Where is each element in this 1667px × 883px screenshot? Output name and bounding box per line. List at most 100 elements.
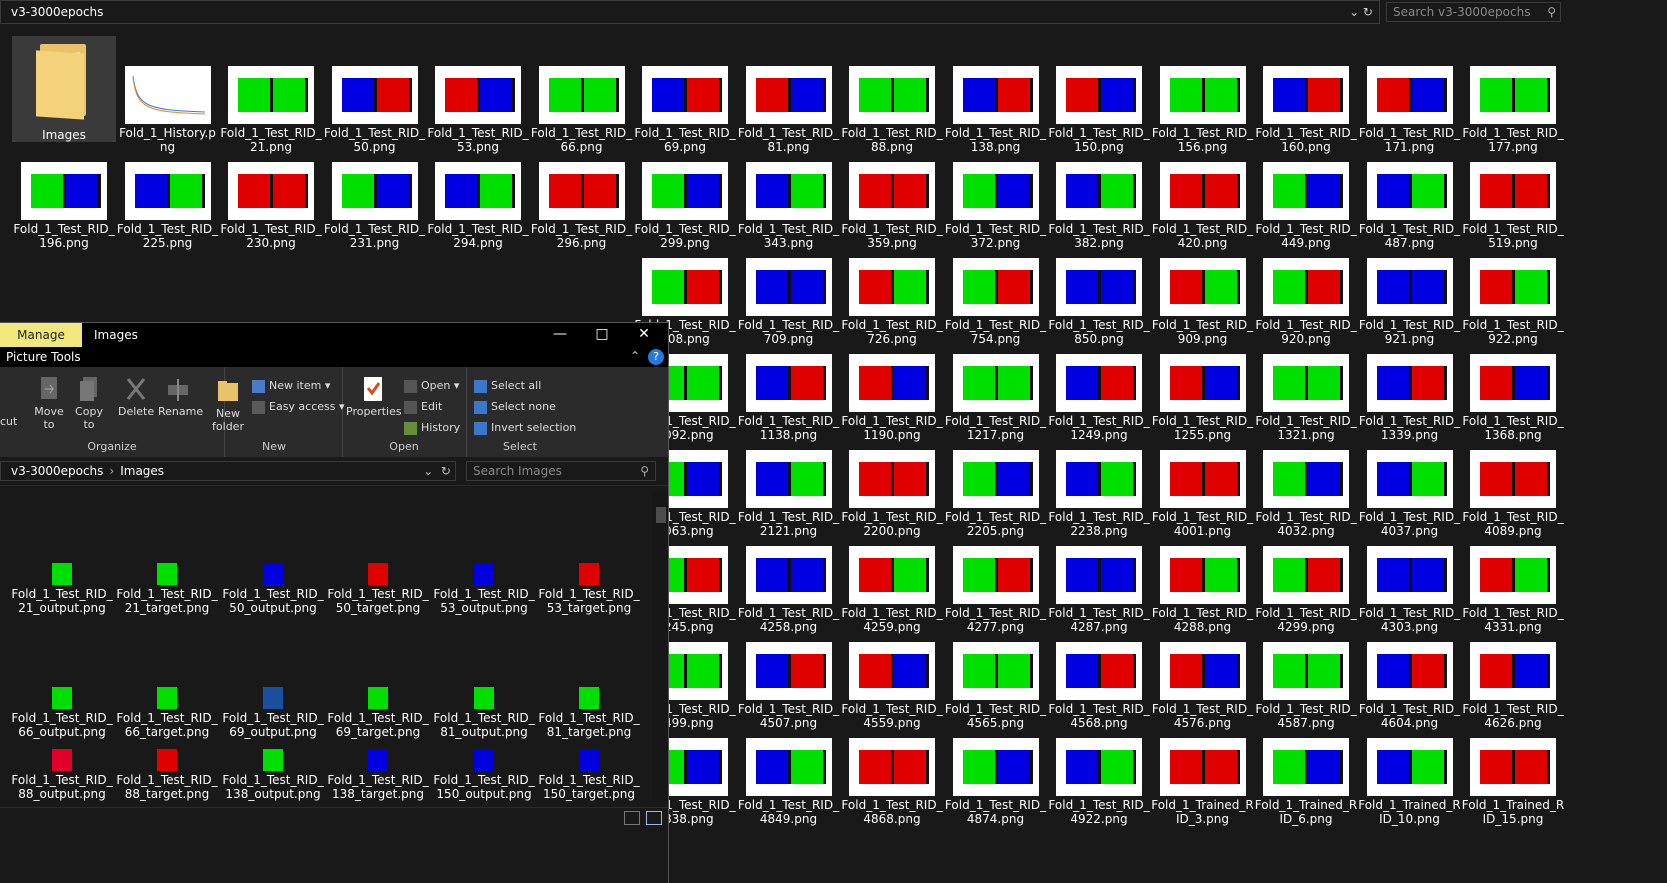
file-item[interactable]: Fold_1_Test_RID_ 2200.png xyxy=(840,450,944,538)
help-icon[interactable]: ? xyxy=(648,349,664,365)
back-search-input[interactable]: Search v3-3000epochs ⚲ xyxy=(1386,2,1561,22)
file-item[interactable]: Fold_1_Test_RID_ 69_output.png xyxy=(221,687,325,739)
file-item[interactable]: Fold_1_Trained_R ID_15.png xyxy=(1461,738,1565,826)
file-item[interactable]: Fold_1_Test_RID_ 1339.png xyxy=(1358,354,1462,442)
file-item[interactable]: Fold_1_Test_RID_ 138.png xyxy=(944,66,1048,154)
file-item[interactable]: Fold_1_Test_RID_ 909.png xyxy=(1151,258,1255,346)
file-item[interactable]: Fold_1_Test_RID_ 81.png xyxy=(737,66,841,154)
file-item[interactable]: Fold_1_Test_RID_ 850.png xyxy=(1047,258,1151,346)
tab-manage[interactable]: Manage xyxy=(0,323,82,347)
file-item[interactable]: Fold_1_Test_RID_ 343.png xyxy=(737,162,841,250)
file-item[interactable]: Fold_1_Test_RID_ 156.png xyxy=(1151,66,1255,154)
invert-selection-button[interactable]: Invert selection xyxy=(474,421,576,435)
file-item[interactable]: Fold_1_Test_RID_ 922.png xyxy=(1461,258,1565,346)
easy-access-button[interactable]: Easy access ▾ xyxy=(252,400,345,414)
file-item[interactable]: Fold_1_Test_RID_ 4288.png xyxy=(1151,546,1255,634)
file-item[interactable]: Fold_1_Test_RID_ 382.png xyxy=(1047,162,1151,250)
file-item[interactable]: Fold_1_Test_RID_ 66.png xyxy=(530,66,634,154)
file-item[interactable]: Fold_1_Test_RID_ 150.png xyxy=(1047,66,1151,154)
file-item[interactable]: Fold_1_Test_RID_ 4559.png xyxy=(840,642,944,730)
file-item[interactable]: Fold_1_Test_RID_ 230.png xyxy=(219,162,323,250)
file-item[interactable]: Fold_1_Test_RID_ 1255.png xyxy=(1151,354,1255,442)
file-item[interactable]: Fold_1_Test_RID_ 1321.png xyxy=(1254,354,1358,442)
file-item[interactable]: Fold_1_Test_RID_ 1190.png xyxy=(840,354,944,442)
refresh-icon[interactable]: ⌄ ↻ xyxy=(423,462,451,480)
file-item[interactable]: Fold_1_Test_RID_ 81_output.png xyxy=(432,687,536,739)
file-item[interactable]: Fold_1_Test_RID_ 69.png xyxy=(633,66,737,154)
scrollbar[interactable] xyxy=(652,491,668,801)
file-item[interactable]: Fold_1_Test_RID_ 299.png xyxy=(633,162,737,250)
file-item[interactable]: Fold_1_Test_RID_ 196.png xyxy=(12,162,116,250)
file-item[interactable]: Fold_1_Test_RID_ 88.png xyxy=(840,66,944,154)
history-button[interactable]: History xyxy=(404,421,460,435)
file-item[interactable]: Fold_1_Test_RID_ 4032.png xyxy=(1254,450,1358,538)
file-item[interactable]: Fold_1_Test_RID_ 294.png xyxy=(426,162,530,250)
file-item[interactable]: Fold_1_Test_RID_ 231.png xyxy=(323,162,427,250)
file-item[interactable]: Fold_1_Test_RID_ 21_output.png xyxy=(10,563,114,615)
folder-images[interactable]: Images xyxy=(12,36,116,142)
file-item[interactable]: Fold_1_Test_RID_ 4568.png xyxy=(1047,642,1151,730)
file-item[interactable]: Fold_1_Test_RID_ 4287.png xyxy=(1047,546,1151,634)
file-item[interactable]: Fold_1_Test_RID_ 296.png xyxy=(530,162,634,250)
file-item[interactable]: Fold_1_Test_RID_ 4299.png xyxy=(1254,546,1358,634)
close-button[interactable]: ✕ xyxy=(622,323,666,347)
file-item[interactable]: Fold_1_Test_RID_ 81_target.png xyxy=(537,687,641,739)
open-button[interactable]: Open ▾ xyxy=(404,379,459,393)
file-item[interactable]: Fold_1_Test_RID_ 2121.png xyxy=(737,450,841,538)
file-item[interactable]: Fold_1_Test_RID_ 4626.png xyxy=(1461,642,1565,730)
large-icons-view-icon[interactable] xyxy=(646,811,662,825)
file-item[interactable]: Fold_1_Test_RID_ 4001.png xyxy=(1151,450,1255,538)
file-item[interactable]: Fold_1_Test_RID_ 1217.png xyxy=(944,354,1048,442)
file-item[interactable]: Fold_1_Test_RID_ 225.png xyxy=(116,162,220,250)
file-item[interactable]: Fold_1_Test_RID_ 4037.png xyxy=(1358,450,1462,538)
delete-button[interactable]: Delete xyxy=(118,375,154,418)
scrollbar-thumb[interactable] xyxy=(656,507,666,523)
cut-button[interactable]: cut xyxy=(0,415,17,428)
file-item[interactable]: Fold_1_Trained_R ID_10.png xyxy=(1358,738,1462,826)
breadcrumb-root[interactable]: v3-3000epochs xyxy=(11,464,103,478)
maximize-button[interactable]: □ xyxy=(580,323,624,347)
file-item[interactable]: Fold_1_Test_RID_ 2238.png xyxy=(1047,450,1151,538)
back-address-bar[interactable]: v3-3000epochs ⌄ ↻ xyxy=(0,0,1380,24)
history-file[interactable]: Fold_1_History.p ng xyxy=(116,66,220,154)
tab-picture-tools[interactable]: Picture Tools xyxy=(6,350,81,364)
file-item[interactable]: Fold_1_Test_RID_ 519.png xyxy=(1461,162,1565,250)
file-item[interactable]: Fold_1_Test_RID_ 4874.png xyxy=(944,738,1048,826)
file-item[interactable]: Fold_1_Test_RID_ 66_target.png xyxy=(115,687,219,739)
rename-button[interactable]: Rename xyxy=(158,375,203,418)
collapse-ribbon-icon[interactable]: ⌃ xyxy=(630,349,640,363)
file-item[interactable]: Fold_1_Test_RID_ 726.png xyxy=(840,258,944,346)
new-item-button[interactable]: New item ▾ xyxy=(252,379,330,393)
file-item[interactable]: Fold_1_Test_RID_ 4259.png xyxy=(840,546,944,634)
file-item[interactable]: Fold_1_Test_RID_ 171.png xyxy=(1358,66,1462,154)
file-item[interactable]: Fold_1_Test_RID_ 709.png xyxy=(737,258,841,346)
file-item[interactable]: Fold_1_Test_RID_ 4604.png xyxy=(1358,642,1462,730)
breadcrumb-folder[interactable]: Images xyxy=(120,464,164,478)
file-item[interactable]: Fold_1_Test_RID_ 4507.png xyxy=(737,642,841,730)
properties-button[interactable]: Properties xyxy=(346,375,402,418)
file-item[interactable]: Fold_1_Test_RID_ 4258.png xyxy=(737,546,841,634)
file-item[interactable]: Fold_1_Test_RID_ 150_output.png xyxy=(432,749,536,801)
file-item[interactable]: Fold_1_Test_RID_ 359.png xyxy=(840,162,944,250)
file-item[interactable]: Fold_1_Test_RID_ 921.png xyxy=(1358,258,1462,346)
file-item[interactable]: Fold_1_Trained_R ID_3.png xyxy=(1151,738,1255,826)
file-item[interactable]: Fold_1_Test_RID_ 4303.png xyxy=(1358,546,1462,634)
edit-button[interactable]: Edit xyxy=(404,400,442,414)
file-item[interactable]: Fold_1_Test_RID_ 50_output.png xyxy=(221,563,325,615)
file-item[interactable]: Fold_1_Test_RID_ 69_target.png xyxy=(326,687,430,739)
search-input[interactable]: Search Images ⚲ xyxy=(466,461,656,481)
file-item[interactable]: Fold_1_Test_RID_ 372.png xyxy=(944,162,1048,250)
file-item[interactable]: Fold_1_Test_RID_ 4089.png xyxy=(1461,450,1565,538)
file-item[interactable]: Fold_1_Test_RID_ 53.png xyxy=(426,66,530,154)
file-item[interactable]: Fold_1_Test_RID_ 4922.png xyxy=(1047,738,1151,826)
file-item[interactable]: Fold_1_Test_RID_ 4587.png xyxy=(1254,642,1358,730)
back-refresh-icon[interactable]: ⌄ ↻ xyxy=(1349,1,1373,23)
file-item[interactable]: Fold_1_Test_RID_ 21_target.png xyxy=(115,563,219,615)
file-item[interactable]: Fold_1_Test_RID_ 138_target.png xyxy=(326,749,430,801)
select-all-button[interactable]: Select all xyxy=(474,379,541,393)
select-none-button[interactable]: Select none xyxy=(474,400,556,414)
file-item[interactable]: Fold_1_Test_RID_ 1249.png xyxy=(1047,354,1151,442)
file-item[interactable]: Fold_1_Test_RID_ 53_output.png xyxy=(432,563,536,615)
copy-to-button[interactable]: Copy to xyxy=(72,375,106,431)
file-item[interactable]: Fold_1_Test_RID_ 4868.png xyxy=(840,738,944,826)
